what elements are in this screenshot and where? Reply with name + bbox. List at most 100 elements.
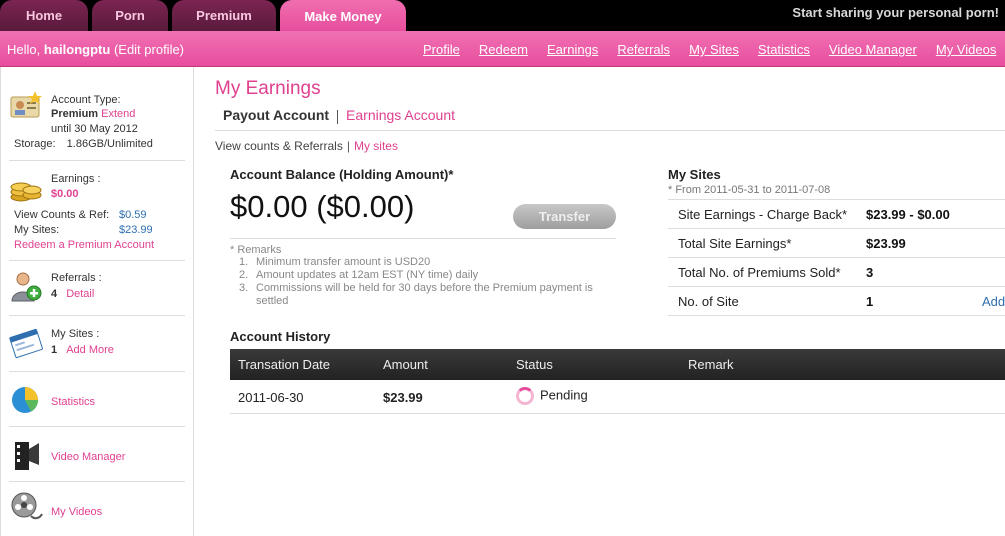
extend-link[interactable]: Extend <box>101 108 135 120</box>
earnings-value-line: $0.00 <box>51 188 79 200</box>
storage-label: Storage: <box>14 138 56 150</box>
redeem-line: Redeem a Premium Account <box>14 239 154 251</box>
nav-link-statistics[interactable]: Statistics <box>758 42 810 57</box>
table-row: Total Site Earnings* $23.99 <box>668 229 1005 258</box>
nav-links: Profile Redeem Earnings Referrals My Sites St… <box>423 42 1005 57</box>
pending-spinner-icon <box>516 387 534 405</box>
tab-make-money[interactable]: Make Money <box>280 0 406 33</box>
nav-link-profile[interactable]: Profile <box>423 42 460 57</box>
view-counts-referrals-link[interactable]: View counts & Referrals <box>215 139 343 153</box>
username: hailongptu <box>43 42 111 57</box>
edit-profile-link[interactable]: (Edit profile) <box>114 42 184 57</box>
account-subtabs: Payout Account Earnings Account <box>223 107 455 124</box>
table-row: Total No. of Premiums Sold* 3 <box>668 258 1005 287</box>
page-title: My Earnings <box>215 78 321 99</box>
my-videos-line: My Videos <box>51 506 102 518</box>
account-box: Account Type: Premium Extend until 30 Ma… <box>9 86 185 161</box>
remark-number: 3. <box>239 282 249 294</box>
remarks: * Remarks 1. Minimum transfer amount is U… <box>230 244 610 308</box>
balance-divider <box>230 238 616 239</box>
referrals-count: 4 <box>51 288 58 300</box>
nav-link-my-videos[interactable]: My Videos <box>936 42 996 57</box>
table-row: Site Earnings - Charge Back* $23.99 - $0… <box>668 200 1005 229</box>
user-nav-bar: Hello, hailongptu (Edit profile) Profile… <box>0 31 1005 67</box>
nav-link-redeem[interactable]: Redeem <box>479 42 528 57</box>
balance-heading: Account Balance (Holding Amount)* <box>230 167 454 182</box>
statistics-line: Statistics <box>51 396 95 408</box>
row-label: No. of Site <box>678 294 739 309</box>
row-label: Site Earnings - Charge Back* <box>678 207 848 222</box>
column-header-date: Transation Date <box>238 357 331 372</box>
account-type-line: Premium Extend <box>51 108 135 120</box>
main-content: My Earnings Payout Account Earnings Accou… <box>215 67 1005 536</box>
my-sites-heading: My Sites <box>668 167 721 182</box>
remark-number: 1. <box>239 256 249 268</box>
nav-link-my-sites[interactable]: My Sites <box>689 42 739 57</box>
my-sites-filter-link[interactable]: My sites <box>354 139 398 153</box>
clapperboard-icon <box>15 442 39 470</box>
cell-date: 2011-06-30 <box>238 390 304 405</box>
account-history-table: Transation Date Amount Status Remark 201… <box>230 349 1005 414</box>
column-header-remark: Remark <box>688 357 734 372</box>
my-sites-earnings-value-link[interactable]: $23.99 <box>119 224 153 236</box>
referrals-label: Referrals : <box>51 272 102 284</box>
nav-link-earnings[interactable]: Earnings <box>547 42 598 57</box>
remarks-heading: * Remarks <box>230 244 282 256</box>
tab-home[interactable]: Home <box>0 0 88 31</box>
site-window-icon <box>9 328 43 359</box>
my-sites-label: My Sites : <box>51 328 100 340</box>
sidebar: Account Type: Premium Extend until 30 Ma… <box>0 67 194 536</box>
add-site-link[interactable]: Add <box>982 294 1005 309</box>
remark-number: 2. <box>239 269 249 281</box>
balance-amount: $0.00 ($0.00) <box>230 189 415 224</box>
account-type-value: Premium <box>51 108 99 120</box>
nav-link-referrals[interactable]: Referrals <box>617 42 670 57</box>
account-type-label: Account Type: <box>51 94 121 106</box>
video-manager-link[interactable]: Video Manager <box>51 451 125 463</box>
nav-link-video-manager[interactable]: Video Manager <box>829 42 917 57</box>
tab-payout-account[interactable]: Payout Account <box>223 107 329 123</box>
id-card-icon <box>10 91 42 118</box>
my-sites-count: 1 <box>51 344 58 356</box>
tab-earnings-account[interactable]: Earnings Account <box>346 107 455 123</box>
tab-porn[interactable]: Porn <box>92 0 168 31</box>
referrals-detail-link[interactable]: Detail <box>66 288 94 300</box>
row-value: 3 <box>866 265 874 280</box>
video-manager-line: Video Manager <box>51 451 125 463</box>
view-counts-value-link[interactable]: $0.59 <box>119 209 147 221</box>
table-row: 2011-06-30 $23.99 Pending <box>230 380 1005 414</box>
statistics-link[interactable]: Statistics <box>51 396 95 408</box>
my-videos-box: My Videos <box>9 482 185 536</box>
coins-icon <box>10 182 42 202</box>
storage-line: Storage: 1.86GB/Unlimited <box>14 138 153 150</box>
my-videos-link[interactable]: My Videos <box>51 506 102 518</box>
my-sites-earnings-label: My Sites: <box>14 224 60 236</box>
add-more-link[interactable]: Add More <box>66 344 114 356</box>
video-manager-box: Video Manager <box>9 427 185 482</box>
earnings-label: Earnings : <box>51 173 101 185</box>
cell-status: Pending <box>516 387 588 405</box>
my-sites-earnings-line: $23.99 <box>119 224 153 236</box>
remark-item: 2. Amount updates at 12am EST (NY time) d… <box>239 269 610 282</box>
row-label: Total No. of Premiums Sold* <box>678 265 841 280</box>
greeting: Hello, hailongptu (Edit profile) <box>7 42 184 57</box>
greeting-text: Hello, <box>7 42 41 57</box>
tab-premium[interactable]: Premium <box>172 0 276 31</box>
earnings-filter-line: View counts & Referrals | My sites <box>215 130 1005 153</box>
earnings-box: Earnings : $0.00 View Counts & Ref: $0.5… <box>9 161 185 261</box>
earnings-value-link[interactable]: $0.00 <box>51 188 79 200</box>
pie-chart-icon <box>12 387 38 413</box>
subtab-divider <box>337 109 339 124</box>
table-row: No. of Site 1 Add <box>668 287 1005 316</box>
transfer-button[interactable]: Transfer <box>513 204 616 229</box>
referrals-line: 4 Detail <box>51 288 94 300</box>
redeem-premium-link[interactable]: Redeem a Premium Account <box>14 239 154 251</box>
add-user-icon <box>11 272 42 302</box>
remark-text: Minimum transfer amount is USD20 <box>256 256 431 268</box>
table-header: Transation Date Amount Status Remark <box>230 349 1005 380</box>
my-sites-date-range: * From 2011-05-31 to 2011-07-08 <box>668 184 831 196</box>
row-value: $23.99 - $0.00 <box>866 207 950 222</box>
filter-separator: | <box>346 139 350 153</box>
remark-item: 3. Commissions will be held for 30 days b… <box>239 282 610 308</box>
view-counts-line: $0.59 <box>119 209 147 221</box>
